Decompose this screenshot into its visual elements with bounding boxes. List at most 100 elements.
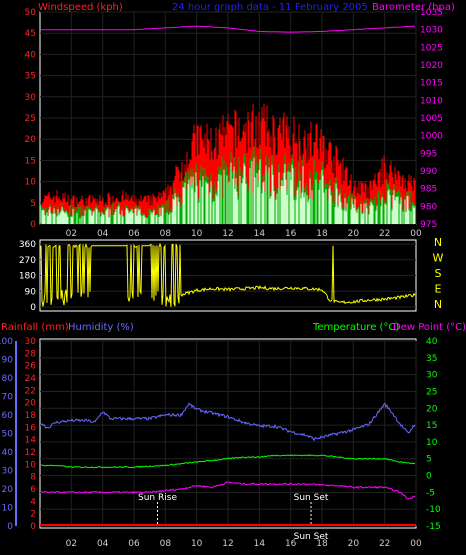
panel1-x-tick-labels: 02 04 06 08 10 12 14 16 18 20 22 00 [66, 229, 422, 239]
temp-tick-labels: -15 -10 -5 0 5 10 15 20 25 30 35 40 [426, 337, 441, 532]
dewpoint-label: Dew Point (°C) [393, 322, 466, 333]
tick-label: 1000 [420, 132, 443, 142]
tick-label: 2 [30, 510, 36, 520]
tick-label: 30 [2, 467, 14, 477]
tick-label: 10 [191, 229, 203, 239]
tick-label: 10 [25, 178, 37, 188]
tick-label: 12 [222, 539, 233, 549]
tick-label: 10 [191, 539, 203, 549]
tick-label: 18 [25, 411, 37, 421]
chart-title: 24 hour graph data - 11 February 2005 [172, 2, 368, 13]
tick-label: 02 [66, 539, 77, 549]
tick-label: 995 [420, 149, 437, 159]
tick-label: 60 [2, 411, 14, 421]
tick-label: 22 [379, 539, 390, 549]
tick-label: 70 [2, 393, 14, 403]
tick-label: 24 [25, 374, 37, 384]
compass-label: N [434, 298, 442, 311]
tick-label: 22 [25, 386, 36, 396]
tick-label: 15 [25, 156, 36, 166]
tick-label: 5 [426, 455, 432, 465]
tick-label: 5 [30, 199, 36, 209]
compass-label: E [435, 283, 442, 296]
compass-label: W [433, 252, 444, 265]
tick-label: 15 [426, 421, 437, 431]
tick-label: 35 [25, 72, 36, 82]
temp-humidity-panel: 0102030405060708090100 02468101214161820… [0, 322, 466, 549]
sunset-label: Sun Set [294, 493, 329, 503]
compass-labels: NWSEN [433, 236, 444, 311]
tick-label: 04 [97, 229, 109, 239]
tick-label: 40 [2, 448, 14, 458]
wind-tick-labels: 0 5 10 15 20 25 30 35 40 45 50 [25, 8, 37, 230]
tick-label: 20 [2, 485, 14, 495]
tick-label: 90 [25, 287, 37, 297]
tick-label: 14 [254, 539, 266, 549]
tick-label: 20 [348, 229, 360, 239]
tick-label: 10 [2, 504, 14, 514]
tick-label: 02 [66, 229, 77, 239]
tick-label: 1030 [420, 26, 443, 36]
tick-label: 180 [19, 272, 36, 282]
tick-label: 26 [25, 362, 37, 372]
sunrise-label: Sun Rise [138, 493, 177, 503]
tick-label: 360 [19, 240, 36, 250]
tick-label: 50 [25, 8, 37, 18]
tick-label: 25 [426, 387, 437, 397]
tick-label: 08 [160, 229, 172, 239]
tick-label: 8 [30, 473, 36, 483]
tick-label: 1010 [420, 96, 443, 106]
tick-label: 22 [379, 229, 390, 239]
tick-label: 985 [420, 185, 437, 195]
wind-barometer-panel: 05101520253035404550 9759809859909951000… [25, 2, 455, 239]
tick-label: 0 [30, 303, 36, 313]
tick-label: 0 [426, 472, 432, 482]
tick-label: 20 [25, 135, 37, 145]
compass-label: N [434, 236, 442, 249]
wind-marks [40, 103, 416, 224]
tick-label: 12 [25, 448, 36, 458]
tick-label: 10 [426, 438, 438, 448]
tick-label: 06 [128, 229, 140, 239]
panel2-grid [40, 243, 416, 308]
tick-label: 980 [420, 202, 437, 212]
compass-label: S [435, 267, 442, 280]
tick-label: 16 [25, 423, 37, 433]
panel3-x-tick-labels: 02 04 06 08 10 12 14 16 18 20 22 00 [66, 539, 422, 549]
tick-label: 1025 [420, 43, 443, 53]
barometer-title: Barometer (hpa) [372, 2, 455, 13]
tick-label: 20 [25, 399, 37, 409]
tick-label: 18 [316, 229, 328, 239]
wind-direction-panel: 360270180900 NWSEN [19, 236, 444, 313]
tick-label: 975 [420, 220, 437, 230]
tick-label: -10 [426, 505, 441, 515]
rainfall-label: Rainfall (mm) [1, 322, 69, 333]
tick-label: 28 [25, 349, 37, 359]
tick-label: 0 [30, 522, 36, 532]
tick-label: -5 [426, 488, 435, 498]
tick-label: 00 [410, 229, 422, 239]
sunset-bottom-label: Sun Set [294, 532, 329, 542]
temperature-label: Temperature (°C) [312, 322, 399, 333]
tick-label: 40 [426, 337, 438, 347]
tick-label: 10 [25, 460, 37, 470]
tick-label: 04 [97, 539, 109, 549]
tick-label: 40 [25, 50, 37, 60]
tick-label: 14 [254, 229, 266, 239]
humidity-tick-labels: 0 10 20 30 40 50 60 70 80 90 100 [0, 337, 17, 532]
tick-label: 30 [25, 337, 37, 347]
tick-label: 20 [426, 404, 438, 414]
tick-label: 30 [426, 371, 438, 381]
tick-label: 90 [2, 356, 14, 366]
tick-label: 4 [30, 497, 36, 507]
weather-chart: 05101520253035404550 9759809859909951000… [0, 2, 466, 549]
tick-label: 08 [160, 539, 172, 549]
barometer-tick-labels: 975 980 985 990 995 1000 1005 1010 1015 1020 1025 1… [420, 8, 443, 230]
tick-label: 1020 [420, 61, 443, 71]
tick-label: 6 [30, 485, 36, 495]
tick-label: 00 [410, 539, 422, 549]
humidity-label: Humidity (%) [68, 322, 134, 333]
tick-label: 990 [420, 167, 437, 177]
tick-label: 12 [222, 229, 233, 239]
tick-label: 20 [348, 539, 360, 549]
